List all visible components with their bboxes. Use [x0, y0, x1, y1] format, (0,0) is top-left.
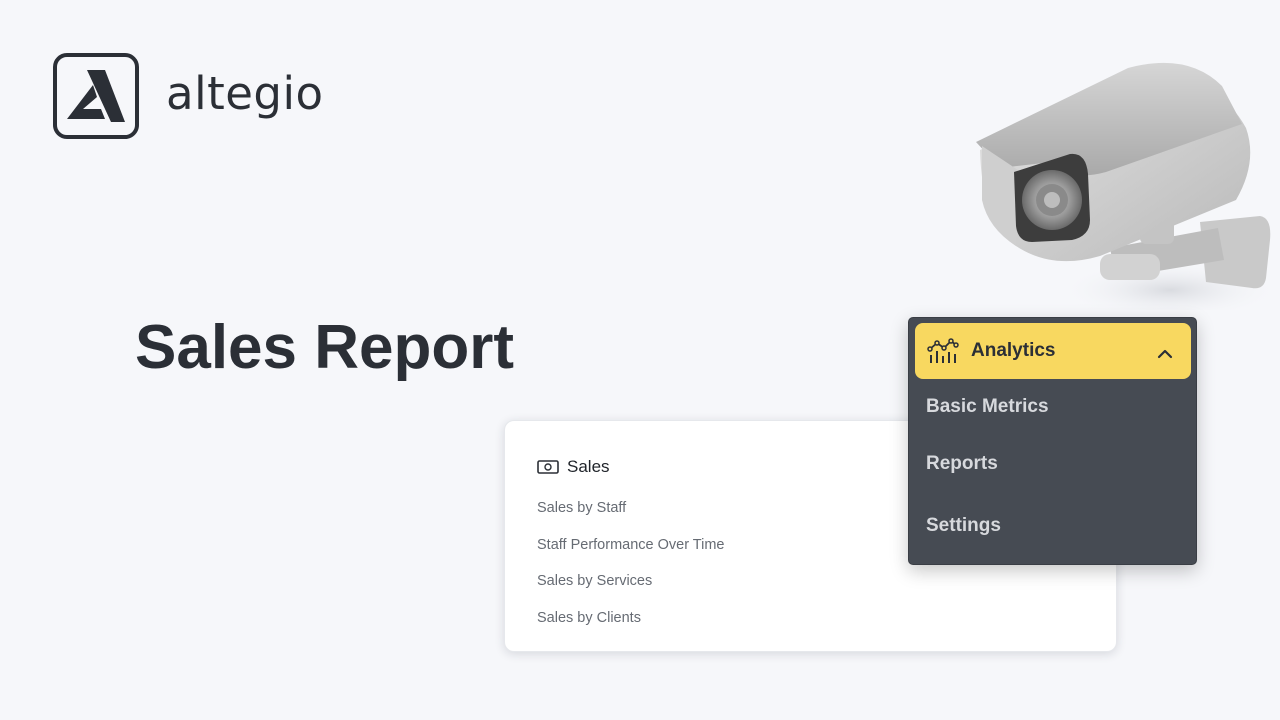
- sales-card-title: Sales: [567, 457, 610, 476]
- menu-item-reports[interactable]: Reports: [926, 453, 998, 475]
- page-title: Sales Report: [135, 313, 515, 382]
- analytics-menu-toggle[interactable]: Analytics: [915, 323, 1191, 379]
- security-camera-illustration: [960, 50, 1280, 320]
- money-icon: [537, 460, 559, 474]
- report-link-sales-by-clients[interactable]: Sales by Clients: [537, 609, 725, 646]
- analytics-menu: Analytics Basic Metrics Reports Settings: [908, 317, 1197, 565]
- analytics-icon: [927, 337, 959, 365]
- chevron-up-icon: [1157, 346, 1173, 359]
- menu-item-basic-metrics[interactable]: Basic Metrics: [926, 396, 1049, 418]
- brand-name: altegio: [166, 67, 324, 120]
- brand-logo-icon: [53, 53, 139, 139]
- report-link-sales-by-services[interactable]: Sales by Services: [537, 572, 725, 609]
- sales-card-header: Sales: [537, 457, 610, 477]
- report-link-sales-by-staff[interactable]: Sales by Staff: [537, 499, 725, 536]
- sales-report-list: Sales by Staff Staff Performance Over Ti…: [537, 499, 725, 645]
- report-link-staff-performance[interactable]: Staff Performance Over Time: [537, 536, 725, 573]
- analytics-menu-label: Analytics: [971, 340, 1056, 361]
- menu-item-settings[interactable]: Settings: [926, 515, 1001, 537]
